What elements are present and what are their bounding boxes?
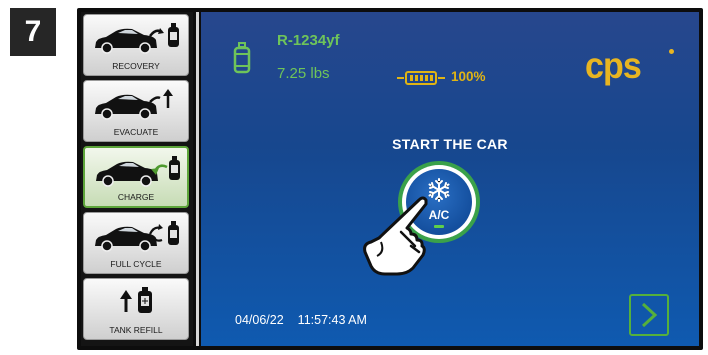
car-recovery-icon — [95, 23, 179, 54]
sidebar-item-label: CHARGE — [117, 192, 155, 202]
pointing-hand-icon — [363, 196, 428, 276]
ac-indicator-led — [434, 225, 444, 228]
sidebar-item-label: RECOVERY — [112, 61, 160, 71]
refrigerant-type: R-1234yf — [277, 32, 340, 49]
tank-refill-icon — [120, 287, 152, 313]
cps-logo: cps — [585, 45, 642, 86]
chevron-right-icon — [641, 302, 658, 328]
datetime: 04/06/22 11:57:43 AM — [235, 313, 367, 327]
current-time: 11:57:43 AM — [297, 313, 367, 327]
battery-percentage: 100% — [451, 69, 486, 84]
current-date: 04/06/22 — [235, 313, 284, 327]
next-button[interactable] — [629, 294, 669, 336]
sidebar-item-label: EVACUATE — [113, 127, 159, 137]
car-evacuate-icon — [95, 89, 173, 120]
sidebar-item-tank-refill[interactable]: TANK REFILL — [83, 278, 189, 340]
device-screen-frame: RECOVERY EVACUATE CHARGE FULL CYCLE TANK… — [77, 8, 703, 350]
step-number-badge: 7 — [10, 8, 56, 56]
sidebar-item-full-cycle[interactable]: FULL CYCLE — [83, 212, 189, 274]
sidebar-item-label: FULL CYCLE — [110, 259, 162, 269]
refrigerant-weight: 7.25 lbs — [277, 65, 330, 82]
sidebar-item-label: TANK REFILL — [109, 325, 163, 335]
registered-mark — [669, 49, 674, 54]
car-full-cycle-icon — [95, 221, 179, 252]
sidebar-item-recovery[interactable]: RECOVERY — [83, 14, 189, 76]
refrigerant-tank-icon — [233, 42, 251, 74]
sidebar-divider — [196, 12, 199, 346]
sidebar-item-evacuate[interactable]: EVACUATE — [83, 80, 189, 142]
sidebar: RECOVERY EVACUATE CHARGE FULL CYCLE TANK… — [81, 12, 193, 346]
car-charge-icon — [96, 156, 180, 187]
battery-icon — [397, 71, 445, 85]
sidebar-item-charge[interactable]: CHARGE — [83, 146, 189, 208]
instruction-prompt: START THE CAR — [392, 136, 508, 152]
main-screen: R-1234yf 7.25 lbs 100% cps START THE CAR — [201, 12, 699, 346]
